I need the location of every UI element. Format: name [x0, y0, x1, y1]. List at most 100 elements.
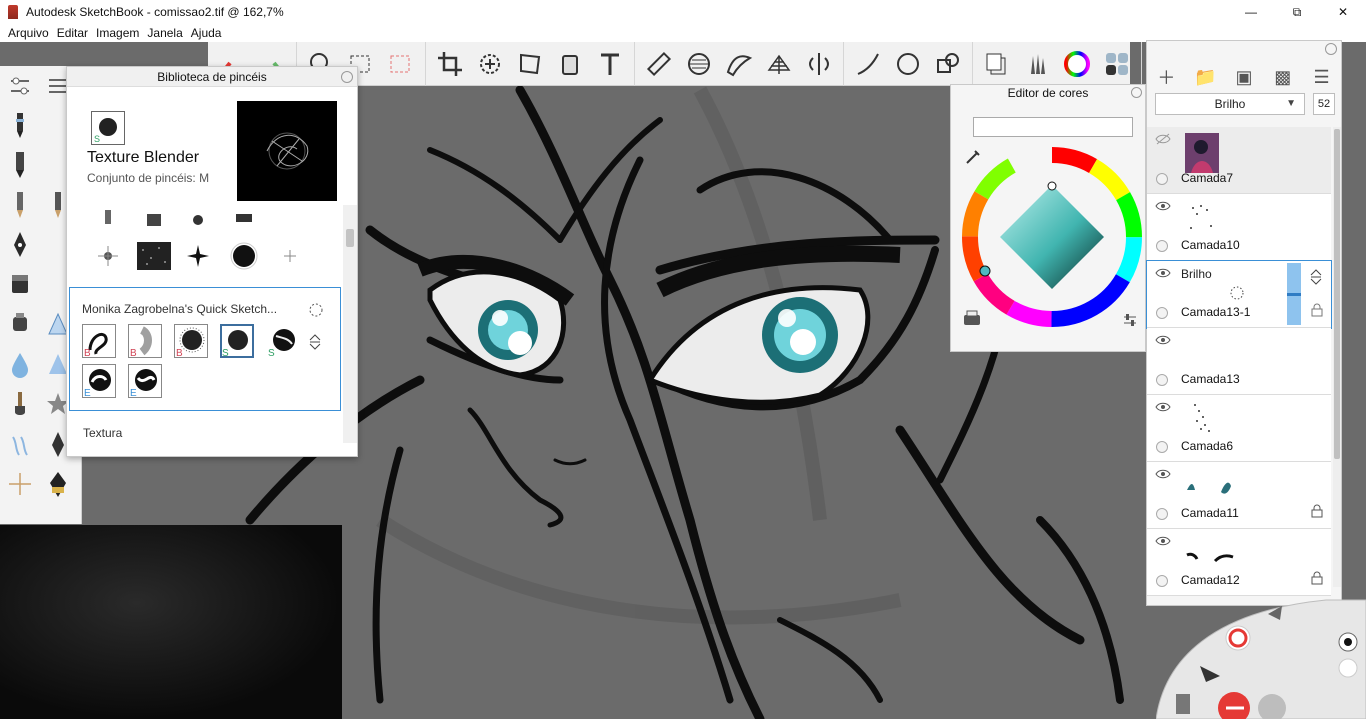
brush-paintbrush[interactable]: [2, 386, 38, 422]
brush-airbrush[interactable]: [2, 306, 38, 342]
color-wheel[interactable]: [961, 145, 1143, 329]
layer-row-brilho-active[interactable]: Brilho Camada13-1: [1146, 260, 1332, 329]
brush-ink-nib[interactable]: [40, 466, 76, 502]
lock-icon[interactable]: [1311, 571, 1323, 585]
brush-library-close-icon[interactable]: [341, 71, 353, 83]
symmetry-button[interactable]: [799, 44, 839, 84]
brush-pencil-2[interactable]: [2, 146, 38, 182]
restore-button[interactable]: ⧉: [1274, 0, 1320, 24]
brush-inkpen[interactable]: [2, 226, 38, 262]
layer-row-camada12[interactable]: Camada12: [1147, 529, 1331, 596]
brush-item[interactable]: [227, 205, 261, 235]
brush-water[interactable]: [2, 346, 38, 382]
crop-button[interactable]: [430, 44, 470, 84]
brush-item[interactable]: [181, 241, 215, 271]
text-button[interactable]: [590, 44, 630, 84]
add-layer-icon[interactable]: ＋: [1153, 64, 1179, 90]
lagoon-opacity-icon[interactable]: [1338, 658, 1358, 678]
layer-row-camada7[interactable]: Camada7: [1147, 127, 1331, 194]
ruler-button[interactable]: [639, 44, 679, 84]
layers-close-icon[interactable]: [1325, 43, 1337, 55]
layers-menu-icon[interactable]: ☰: [1309, 67, 1335, 88]
color-history-button[interactable]: [961, 309, 983, 332]
menu-janela[interactable]: Janela: [143, 26, 186, 40]
layer-opacity-value[interactable]: 52: [1313, 93, 1335, 115]
eye-icon[interactable]: [1155, 200, 1171, 212]
brush-library-scrollbar[interactable]: [343, 205, 357, 443]
lagoon-layer-icon[interactable]: [1176, 694, 1190, 714]
layer-row-camada6[interactable]: Camada6: [1147, 395, 1331, 462]
layer-select-radio[interactable]: [1156, 374, 1168, 386]
layer-row-camada13[interactable]: Camada13: [1147, 328, 1331, 395]
set-brush-3[interactable]: B: [174, 324, 208, 358]
eye-hidden-icon[interactable]: [1155, 133, 1171, 145]
set-brush-1[interactable]: B: [82, 324, 116, 358]
layer-select-radio[interactable]: [1156, 575, 1168, 587]
layer-row-camada10[interactable]: Camada10: [1147, 194, 1331, 261]
lock-icon[interactable]: [1311, 504, 1323, 518]
set-brush-2[interactable]: B: [128, 324, 162, 358]
layer-fill-icon[interactable]: ▩: [1270, 67, 1296, 88]
set-brush-4-selected[interactable]: S: [220, 324, 254, 358]
palette-settings-button[interactable]: [2, 68, 38, 104]
eye-icon[interactable]: [1155, 267, 1171, 279]
add-group-folder-icon[interactable]: 📁: [1192, 67, 1218, 88]
set-brush-6[interactable]: E: [82, 364, 116, 398]
brush-texture[interactable]: [2, 426, 38, 462]
brush-set-options-icon[interactable]: [308, 302, 324, 321]
layer-row-camada11[interactable]: Camada11: [1147, 462, 1331, 529]
layer-select-radio[interactable]: [1156, 173, 1168, 185]
layer-select-radio[interactable]: [1156, 441, 1168, 453]
fill-button[interactable]: [550, 44, 590, 84]
eye-icon[interactable]: [1155, 401, 1171, 413]
brush-item[interactable]: [181, 205, 215, 235]
lock-icon[interactable]: [1311, 303, 1323, 317]
layer-select-radio[interactable]: [1156, 508, 1168, 520]
menu-ajuda[interactable]: Ajuda: [187, 26, 226, 40]
hex-color-input[interactable]: [973, 117, 1133, 137]
eye-icon[interactable]: [1155, 535, 1171, 547]
brush-item[interactable]: [137, 205, 171, 235]
ellipse-guide-button[interactable]: [679, 44, 719, 84]
layers-scrollbar[interactable]: [1333, 127, 1341, 587]
copy-paste-button[interactable]: [977, 44, 1017, 84]
layer-opacity-slider[interactable]: [1287, 263, 1301, 325]
blend-mode-select[interactable]: Brilho ▼: [1155, 93, 1305, 115]
value-marker-icon[interactable]: [1047, 181, 1057, 191]
brush-library-button[interactable]: [1017, 44, 1057, 84]
line-button[interactable]: [848, 44, 888, 84]
brush-item[interactable]: [91, 241, 125, 271]
color-editor-close-icon[interactable]: [1131, 87, 1142, 98]
ellipse-button[interactable]: [888, 44, 928, 84]
layer-select-radio[interactable]: [1156, 307, 1168, 319]
eye-icon[interactable]: [1155, 468, 1171, 480]
set-scroll-arrows-icon[interactable]: [308, 334, 322, 353]
set-brush-7[interactable]: E: [128, 364, 162, 398]
distort-button[interactable]: [510, 44, 550, 84]
brush-pencil-1[interactable]: [2, 106, 38, 142]
brush-item[interactable]: [273, 241, 307, 271]
layer-select-radio[interactable]: [1156, 240, 1168, 252]
close-button[interactable]: ✕: [1320, 0, 1366, 24]
perspective-button[interactable]: [759, 44, 799, 84]
brush-marker[interactable]: [2, 266, 38, 302]
hue-marker-icon[interactable]: [979, 265, 991, 277]
add-image-layer-icon[interactable]: ▣: [1231, 67, 1257, 88]
brush-cross[interactable]: [2, 466, 38, 502]
menu-editar[interactable]: Editar: [53, 26, 92, 40]
shape-button[interactable]: [928, 44, 968, 84]
brush-section-textura[interactable]: Textura: [83, 426, 122, 440]
brush-properties-button[interactable]: [1097, 44, 1137, 84]
brush-item[interactable]: [91, 205, 125, 235]
french-curve-button[interactable]: [719, 44, 759, 84]
brush-set-title[interactable]: Monika Zagrobelna's Quick Sketch...: [82, 302, 277, 316]
menu-imagem[interactable]: Imagem: [92, 26, 143, 40]
menu-arquivo[interactable]: Arquivo: [4, 26, 53, 40]
color-wheel-button[interactable]: [1057, 44, 1097, 84]
minimize-button[interactable]: —: [1228, 0, 1274, 24]
select-lasso-button[interactable]: [381, 44, 421, 84]
eye-icon[interactable]: [1155, 334, 1171, 346]
brush-pencil-3[interactable]: [2, 186, 38, 222]
layer-reorder-arrows-icon[interactable]: [1309, 269, 1323, 285]
brush-item[interactable]: [137, 241, 171, 271]
